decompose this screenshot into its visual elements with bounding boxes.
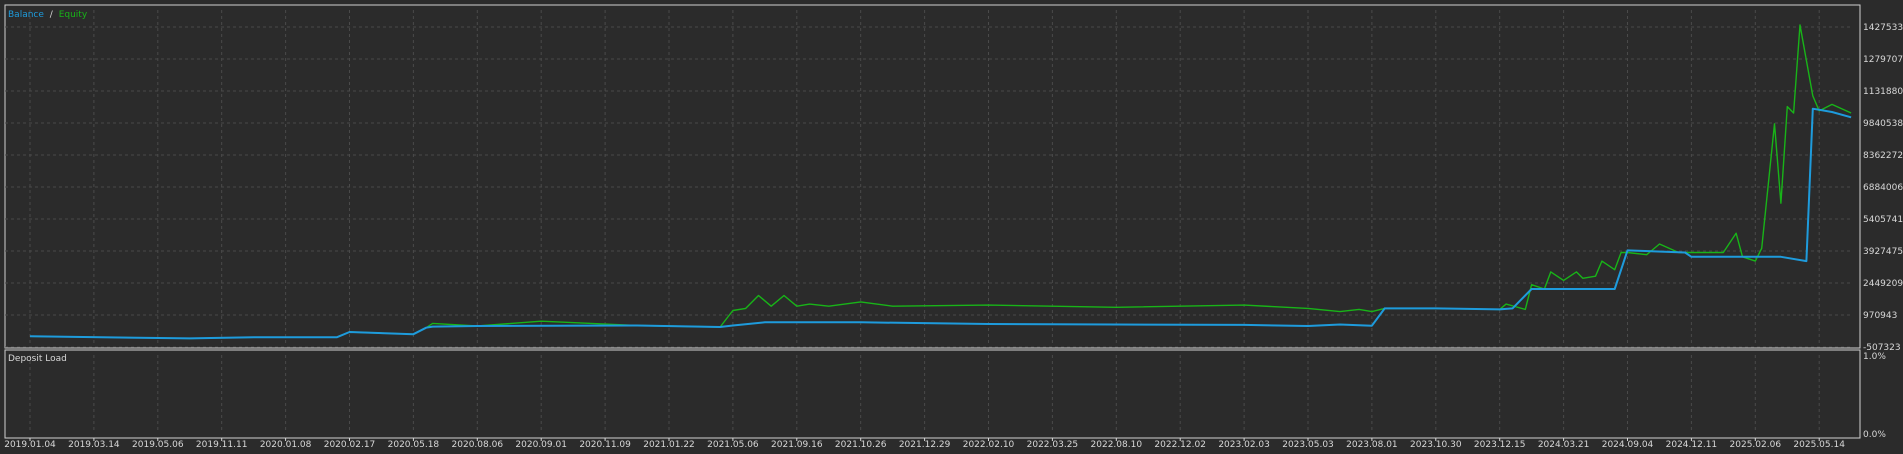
x-tick-label: 2021.09.16 — [771, 440, 823, 450]
x-tick-label: 2022.08.10 — [1091, 440, 1143, 450]
legend-equity: Equity — [59, 10, 88, 20]
y-tick-label: 12797070 — [1863, 55, 1903, 65]
x-tick-label: 2023.10.30 — [1410, 440, 1462, 450]
y-tick-label: 2449209 — [1863, 279, 1903, 289]
x-tick-label: 2020.11.09 — [579, 440, 631, 450]
x-tick-label: 2019.03.14 — [68, 440, 120, 450]
x-axis-ticks: 2019.01.04 2019.03.14 2019.05.06 2019.11.11… — [4, 438, 1845, 450]
x-tick-label: 2020.08.06 — [452, 440, 504, 450]
chart-container: 14275336 12797070 11318804 9840538 8362272 68… — [0, 0, 1903, 450]
x-tick-label: 2023.05.03 — [1282, 440, 1334, 450]
y-tick-label: 5405741 — [1863, 215, 1903, 225]
x-tick-label: 2022.02.10 — [963, 440, 1015, 450]
x-tick-label: 2019.11.11 — [196, 440, 248, 450]
deposit-y-tick-label: 0.0% — [1863, 430, 1886, 440]
x-tick-label: 2020.01.08 — [260, 440, 312, 450]
x-tick-label: 2025.05.14 — [1793, 440, 1845, 450]
y-tick-label: 11318804 — [1863, 87, 1903, 97]
x-tick-label: 2020.02.17 — [324, 440, 376, 450]
y-tick-label: 6884006 — [1863, 183, 1903, 193]
x-tick-label: 2023.08.01 — [1346, 440, 1398, 450]
x-tick-label: 2024.12.11 — [1666, 440, 1718, 450]
x-tick-label: 2019.01.04 — [4, 440, 56, 450]
chart-background — [0, 0, 1903, 450]
legend-balance: Balance — [8, 10, 44, 20]
x-tick-label: 2019.05.06 — [132, 440, 184, 450]
legend-separator: / — [50, 10, 54, 20]
deposit-y-tick-label: 1.0% — [1863, 352, 1886, 362]
x-tick-label: 2022.03.25 — [1027, 440, 1079, 450]
x-tick-label: 2024.09.04 — [1602, 440, 1654, 450]
x-tick-label: 2021.10.26 — [835, 440, 887, 450]
y-tick-label: 14275336 — [1863, 23, 1903, 33]
chart-svg: 14275336 12797070 11318804 9840538 8362272 68… — [0, 0, 1903, 450]
deposit-panel-title: Deposit Load — [8, 354, 67, 364]
x-tick-label: 2023.12.15 — [1474, 440, 1526, 450]
x-tick-label: 2023.02.03 — [1218, 440, 1270, 450]
y-tick-label: 970943 — [1863, 311, 1897, 321]
y-tick-label: 9840538 — [1863, 119, 1903, 129]
y-tick-label: 3927475 — [1863, 247, 1903, 257]
x-tick-label: 2021.01.22 — [643, 440, 695, 450]
x-tick-label: 2020.09.01 — [515, 440, 567, 450]
x-tick-label: 2022.12.02 — [1154, 440, 1206, 450]
x-tick-label: 2020.05.18 — [388, 440, 440, 450]
x-tick-label: 2021.05.06 — [707, 440, 759, 450]
x-tick-label: 2025.02.06 — [1730, 440, 1782, 450]
y-tick-label: 8362272 — [1863, 151, 1903, 161]
x-tick-label: 2021.12.29 — [899, 440, 951, 450]
x-tick-label: 2024.03.21 — [1538, 440, 1590, 450]
